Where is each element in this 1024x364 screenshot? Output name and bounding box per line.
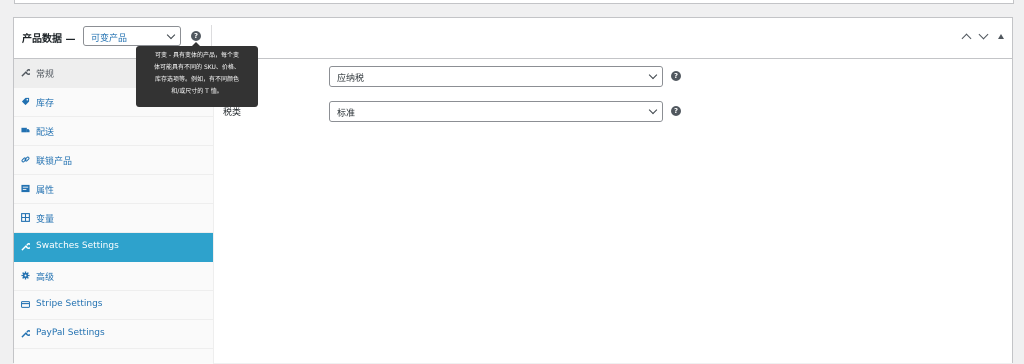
tooltip-line: 和/或尺寸的 T 恤。 xyxy=(171,88,223,95)
tab-label: 常规 xyxy=(36,70,55,80)
tab-advanced[interactable]: 高级 xyxy=(14,262,213,291)
wrench-icon xyxy=(21,329,30,338)
tax-status-value: 应纳税 xyxy=(337,74,365,84)
help-icon[interactable]: ? xyxy=(671,71,681,81)
tooltip-line: 体可能具有不同的 SKU、价格、 xyxy=(154,64,240,71)
tab-linked-products[interactable]: 联锁产品 xyxy=(14,146,213,175)
card-icon xyxy=(21,300,30,309)
tab-label: 高级 xyxy=(36,273,55,283)
move-down-icon[interactable] xyxy=(978,29,989,40)
tab-label: 配送 xyxy=(36,128,55,138)
help-icon[interactable]: ? xyxy=(671,106,681,116)
panel-title: 产品数据 — xyxy=(22,34,76,45)
product-data-panel: 产品数据 — 可变产品 ? 常规 库存 配送 联锁产品 属性 变量 Swatch… xyxy=(13,17,1013,364)
help-icon[interactable]: ? xyxy=(191,31,201,41)
product-type-value: 可变产品 xyxy=(91,34,128,44)
tab-attributes[interactable]: 属性 xyxy=(14,175,213,204)
chevron-down-icon xyxy=(648,70,658,80)
tab-shipping[interactable]: 配送 xyxy=(14,117,213,146)
grid-icon xyxy=(21,213,30,222)
chevron-down-icon xyxy=(166,30,176,40)
tab-swatches-settings[interactable]: Swatches Settings xyxy=(14,233,213,262)
previous-panel-edge xyxy=(14,0,1014,4)
tab-paypal-settings[interactable]: PayPal Settings xyxy=(14,320,213,349)
chevron-down-icon xyxy=(648,105,658,115)
collapse-toggle-icon[interactable] xyxy=(998,34,1004,39)
wrench-icon xyxy=(21,68,30,77)
link-icon xyxy=(21,155,30,164)
tab-label: 变量 xyxy=(36,215,55,225)
product-type-select[interactable]: 可变产品 xyxy=(83,26,181,46)
tooltip-arrow xyxy=(192,42,200,46)
tab-label: Swatches Settings xyxy=(36,241,119,251)
move-up-icon[interactable] xyxy=(961,33,972,44)
tax-class-value: 标准 xyxy=(337,109,356,119)
tag-icon xyxy=(21,97,30,106)
tab-variations[interactable]: 变量 xyxy=(14,204,213,233)
tab-label: 联锁产品 xyxy=(36,157,73,167)
tab-label: Stripe Settings xyxy=(36,299,103,309)
list-icon xyxy=(21,184,30,193)
tab-label: PayPal Settings xyxy=(36,328,105,338)
wrench-icon xyxy=(21,242,30,251)
tax-status-select[interactable]: 应纳税 xyxy=(329,66,663,87)
tab-label: 库存 xyxy=(36,99,55,109)
truck-icon xyxy=(21,126,30,135)
tax-class-select[interactable]: 标准 xyxy=(329,101,663,122)
tab-stripe-settings[interactable]: Stripe Settings xyxy=(14,291,213,320)
product-type-tooltip: 可变 - 具有变体的产品，每个变 体可能具有不同的 SKU、价格、 库存选项等。… xyxy=(136,42,258,107)
tooltip-line: 可变 - 具有变体的产品，每个变 xyxy=(155,52,239,59)
gear-icon xyxy=(21,271,30,280)
tooltip-line: 库存选项等。例如，有不同颜色 xyxy=(154,76,239,83)
tab-label: 属性 xyxy=(36,186,55,196)
